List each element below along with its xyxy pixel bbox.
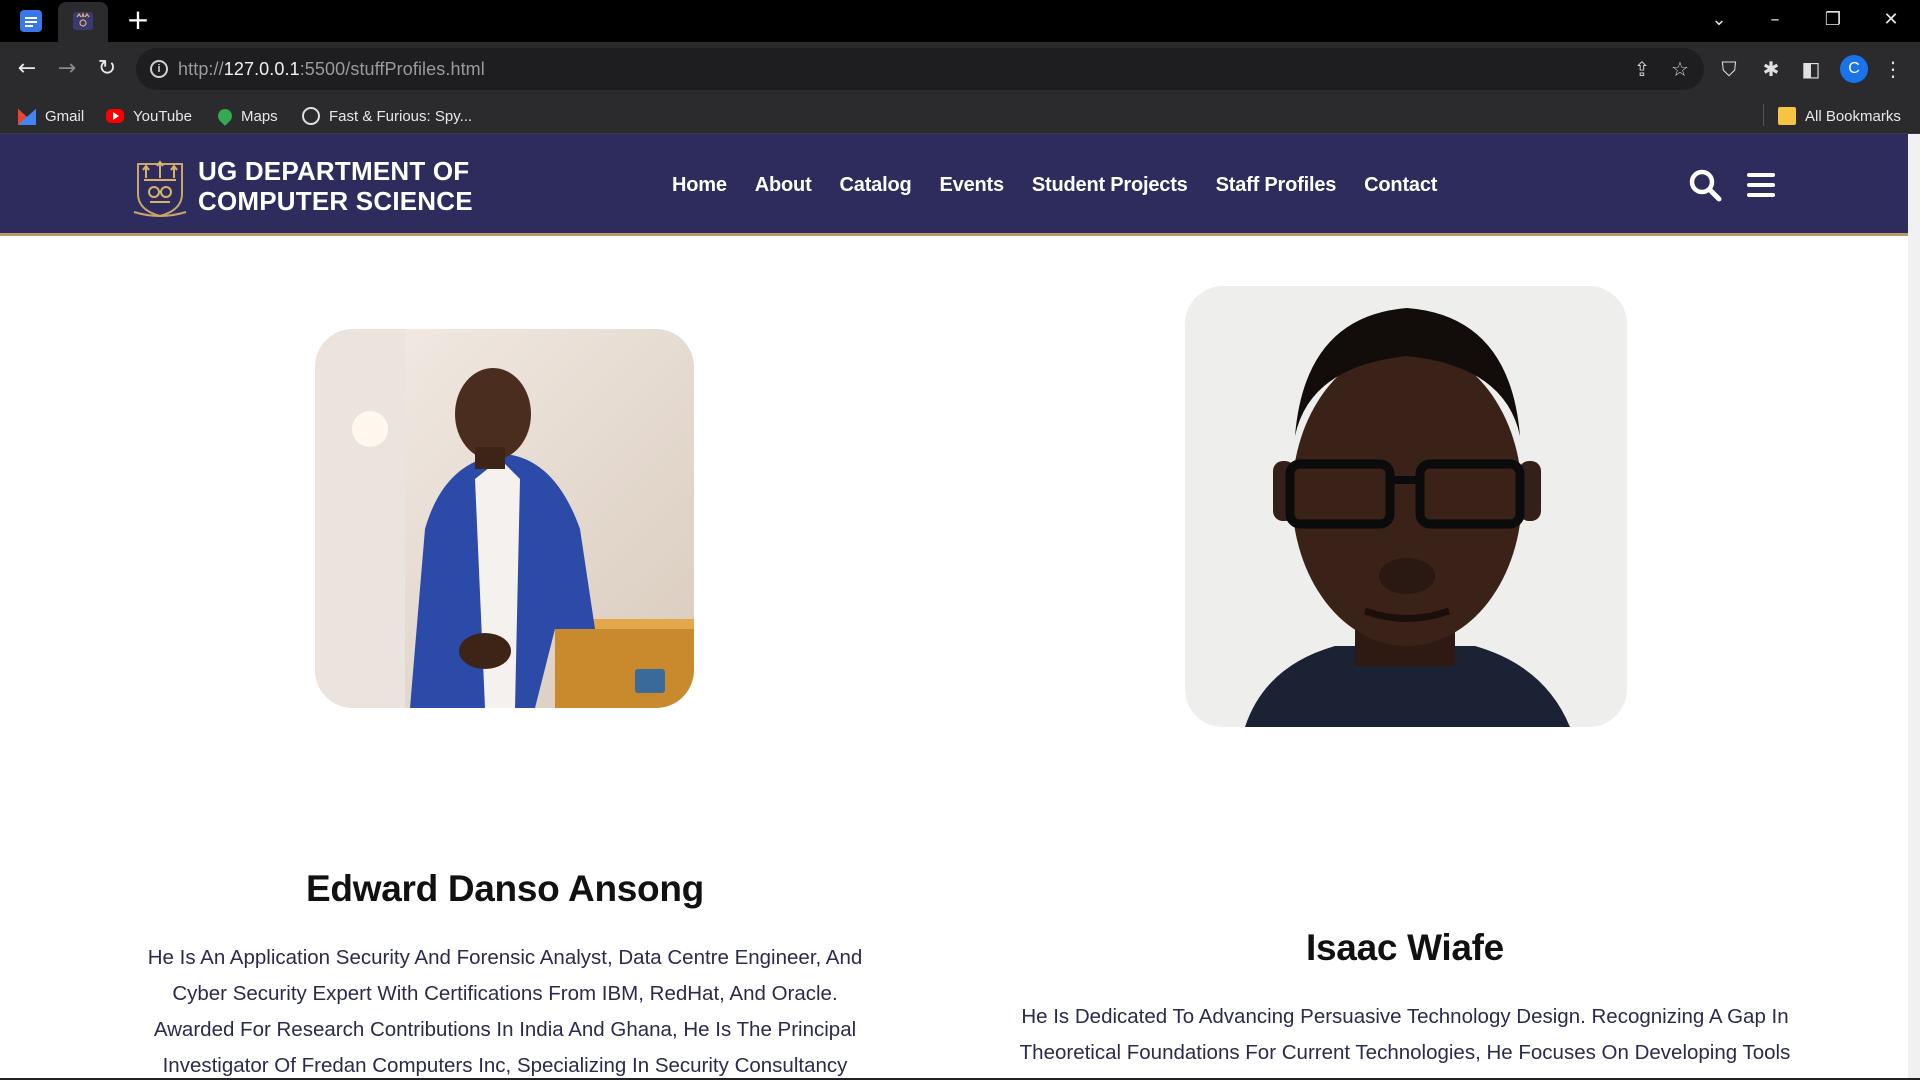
bookmark-gmail[interactable]: Gmail: [18, 105, 84, 127]
bookmarks-bar: Gmail YouTube Maps Fast & Furious: Spy..…: [0, 96, 1920, 134]
staff-bio: He Is An Application Security And Forens…: [147, 946, 863, 1077]
bookmark-maps[interactable]: Maps: [215, 105, 278, 127]
search-icon[interactable]: [1688, 168, 1722, 202]
profile-avatar[interactable]: C: [1840, 55, 1868, 83]
staff-photo: [1185, 286, 1627, 727]
all-bookmarks-label: All Bookmarks: [1805, 107, 1901, 125]
close-window-button[interactable]: ✕: [1876, 6, 1906, 34]
bookmark-label: Gmail: [45, 107, 85, 125]
bookmark-youtube[interactable]: YouTube: [106, 105, 192, 127]
address-url[interactable]: http://127.0.0.1:5500/stuffProfiles.html: [178, 59, 485, 80]
back-button[interactable]: ←: [12, 54, 42, 84]
tab-search-chevron-icon[interactable]: ⌄: [1704, 6, 1734, 34]
address-bar[interactable]: i http://127.0.0.1:5500/stuffProfiles.ht…: [136, 48, 1704, 90]
bookmark-fast-furious[interactable]: Fast & Furious: Spy...: [302, 105, 472, 127]
maps-icon: [215, 106, 235, 126]
gmail-icon: [18, 108, 36, 125]
bookmark-label: Maps: [241, 107, 278, 125]
site-favicon-icon: [73, 12, 93, 30]
staff-name: Isaac Wiafe: [1306, 927, 1504, 968]
reload-button[interactable]: ↻: [92, 54, 122, 84]
nav-about[interactable]: About: [755, 172, 812, 198]
staff-bio: He Is Dedicated To Advancing Persuasive …: [1019, 1005, 1791, 1078]
nav-staff-profiles[interactable]: Staff Profiles: [1216, 172, 1337, 198]
more-menu-icon[interactable]: ⋮: [1880, 56, 1906, 82]
brand-line-1: UG DEPARTMENT OF: [198, 156, 470, 186]
nav-contact[interactable]: Contact: [1364, 172, 1437, 198]
docs-tab-icon[interactable]: [20, 10, 42, 32]
youtube-icon: [106, 109, 124, 123]
minimize-button[interactable]: –: [1760, 6, 1790, 34]
hamburger-menu-icon[interactable]: [1745, 170, 1779, 200]
brand-line-2: COMPUTER SCIENCE: [198, 186, 473, 216]
restore-button[interactable]: ❐: [1818, 6, 1848, 34]
site-brand[interactable]: UG DEPARTMENT OF COMPUTER SCIENCE: [198, 156, 473, 216]
forward-button[interactable]: →: [52, 54, 82, 84]
side-panel-icon[interactable]: ◧: [1798, 56, 1824, 82]
bookmark-label: Fast & Furious: Spy...: [329, 107, 473, 125]
globe-icon: [302, 107, 320, 125]
bookmark-star-icon[interactable]: ☆: [1668, 57, 1692, 81]
tab-strip: + ⌄ – ❐ ✕: [0, 0, 1920, 42]
university-crest-logo[interactable]: [130, 154, 190, 218]
nav-student-projects[interactable]: Student Projects: [1032, 172, 1188, 198]
extensions-puzzle-icon[interactable]: ✱: [1758, 56, 1784, 82]
site-info-icon[interactable]: i: [150, 60, 168, 78]
page-viewport: UG DEPARTMENT OF COMPUTER SCIENCE Home A…: [0, 134, 1908, 1078]
nav-events[interactable]: Events: [940, 172, 1005, 198]
nav-home[interactable]: Home: [672, 172, 727, 198]
bookmarks-divider: [1763, 104, 1764, 126]
active-tab[interactable]: [58, 2, 108, 42]
shield-extension-icon[interactable]: ⛉: [1716, 56, 1742, 82]
bookmark-label: YouTube: [133, 107, 192, 125]
main-nav: Home About Catalog Events Student Projec…: [672, 172, 1437, 198]
page-scrollbar[interactable]: [1908, 134, 1920, 1080]
new-tab-button[interactable]: +: [124, 6, 152, 34]
share-icon[interactable]: ⇪: [1630, 57, 1654, 81]
folder-icon: [1778, 107, 1796, 125]
site-header: UG DEPARTMENT OF COMPUTER SCIENCE Home A…: [0, 134, 1908, 236]
staff-photo: [315, 329, 694, 708]
staff-name: Edward Danso Ansong: [306, 868, 704, 909]
nav-catalog[interactable]: Catalog: [840, 172, 912, 198]
all-bookmarks-button[interactable]: All Bookmarks: [1778, 105, 1901, 127]
browser-toolbar: ← → ↻ i http://127.0.0.1:5500/stuffProfi…: [0, 42, 1920, 96]
